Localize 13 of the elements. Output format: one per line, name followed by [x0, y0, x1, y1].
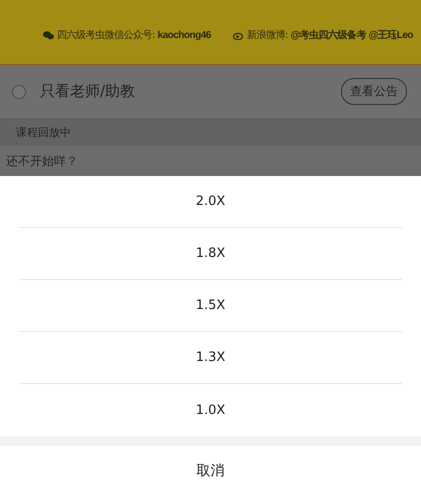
radio-button[interactable]	[12, 84, 26, 98]
speed-option[interactable]: 1.8X	[196, 246, 226, 261]
status-text: 课程回放中	[16, 124, 71, 140]
speed-option[interactable]: 2.0X	[196, 194, 226, 209]
chat-bubbles-icon	[42, 30, 54, 40]
filter-label: 只看老师/助教	[40, 82, 136, 101]
speed-option[interactable]: 1.5X	[196, 298, 226, 313]
banner-text: 新浪微博: @考虫四六级备考 @王珏Leo	[246, 28, 413, 42]
speed-option[interactable]: 1.0X	[196, 402, 226, 418]
weibo-eye-icon	[232, 30, 244, 40]
speed-option[interactable]: 1.3X	[196, 350, 226, 365]
banner-text: 四六级考虫微信公众号: kaochong46	[56, 28, 211, 42]
chat-message: 还不开始咩？	[6, 152, 78, 170]
